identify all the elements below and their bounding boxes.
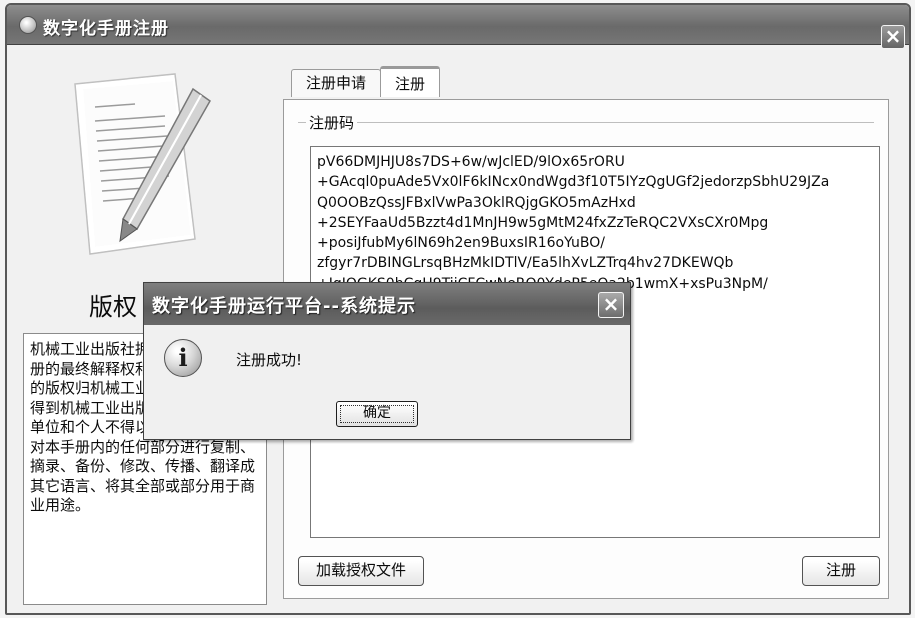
info-icon: i (164, 339, 202, 377)
code-line: pV66DMJHJU8s7DS+6w/wJclED/9lOx65rORU (317, 154, 625, 170)
copyright-heading: 版权 (89, 293, 137, 321)
system-message-dialog: 数字化手册运行平台--系统提示 × i 注册成功! 确定 (143, 282, 631, 440)
tab-register[interactable]: 注册 (380, 66, 441, 97)
registration-code-label: 注册码 (306, 112, 358, 133)
tab-strip: 注册申请 注册 (291, 66, 441, 99)
code-line: +posiJfubMy6lN69h2en9BuxsIR16oYuBO/ (317, 235, 606, 252)
load-license-button[interactable]: 加载授权文件 (298, 556, 424, 586)
code-line: +2SEYFaaUd5Bzzt4d1MnJH9w5gMtM24fxZzTeRQC… (317, 214, 769, 231)
code-line: +GAcql0puAde5Vx0lF6kINcx0ndWgd3f10T5IYzQ… (317, 174, 830, 191)
code-line: Q0OOBzQssJFBxlVwPa3OklRQjgGKO5mAzHxd (317, 194, 636, 211)
close-icon[interactable]: × (598, 292, 624, 318)
code-line: zfgyr7rDBINGLrsqBHzMkIDTlV/Ea5lhXvLZTrq4… (317, 255, 734, 272)
document-pen-icon (74, 73, 211, 255)
register-button[interactable]: 注册 (802, 556, 880, 586)
title-bar[interactable]: 数字化手册注册 (7, 5, 909, 45)
app-icon (19, 16, 37, 34)
window-title: 数字化手册注册 (43, 19, 169, 39)
group-divider (298, 122, 874, 123)
tab-register-apply[interactable]: 注册申请 (291, 69, 382, 97)
dialog-message: 注册成功! (236, 351, 303, 369)
ok-button[interactable]: 确定 (336, 401, 418, 427)
dialog-title-bar[interactable]: 数字化手册运行平台--系统提示 × (144, 283, 630, 325)
dialog-title: 数字化手册运行平台--系统提示 (152, 296, 416, 317)
